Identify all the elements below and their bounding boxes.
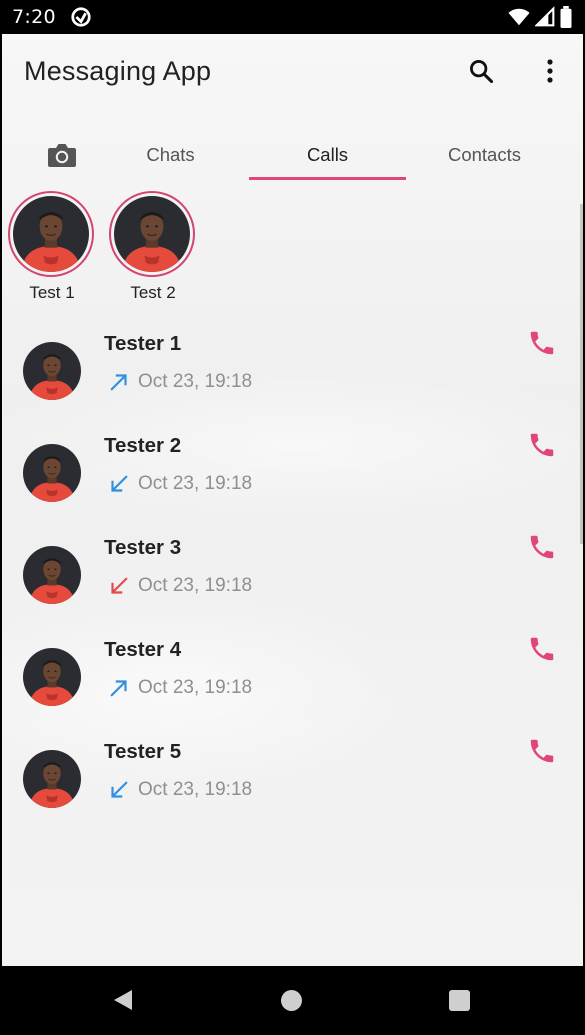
story-avatar-ring <box>109 191 195 277</box>
call-meta: Oct 23, 19:18 <box>106 573 252 599</box>
phone-call-button-icon[interactable] <box>527 328 557 358</box>
story-label: Test 2 <box>130 283 176 302</box>
camera-icon <box>48 144 76 167</box>
recents-icon[interactable] <box>449 990 470 1011</box>
phone-call-button-icon[interactable] <box>527 430 557 460</box>
call-list-item[interactable]: Tester 2 Oct 23, 19:18 <box>2 444 583 546</box>
story-item[interactable]: Test 2 <box>109 191 197 303</box>
phone-call-button-icon[interactable] <box>527 634 557 664</box>
avatar <box>23 342 81 400</box>
call-list-item[interactable]: Tester 3 Oct 23, 19:18 <box>2 546 583 648</box>
story-avatar-ring <box>8 191 94 277</box>
home-icon[interactable] <box>281 990 302 1011</box>
signal-icon <box>535 6 555 27</box>
search-icon <box>470 60 494 84</box>
call-name: Tester 4 <box>104 638 182 661</box>
avatar <box>13 196 89 272</box>
call-time: Oct 23, 19:18 <box>138 677 253 698</box>
status-time: 7:20 <box>12 6 56 28</box>
call-name: Tester 2 <box>104 434 182 457</box>
call-list-item[interactable]: Tester 4 Oct 23, 19:18 <box>2 648 583 750</box>
missed-call-arrow-icon <box>106 573 132 599</box>
more-options-button[interactable] <box>535 56 565 86</box>
active-tab-indicator <box>249 177 406 180</box>
system-nav-bar <box>0 966 585 1035</box>
tab-label: Contacts <box>447 144 521 165</box>
avatar <box>23 444 81 502</box>
tab-label: Calls <box>306 144 349 165</box>
app-title: Messaging App <box>24 56 212 86</box>
call-name: Tester 5 <box>104 740 182 763</box>
app-screen: Messaging App Chats Calls Contacts Test … <box>2 34 583 966</box>
call-time: Oct 23, 19:18 <box>138 371 253 392</box>
call-list-item[interactable]: Tester 5 Oct 23, 19:18 <box>2 750 583 852</box>
tab-bar: Chats Calls Contacts <box>2 129 583 183</box>
app-bar: Messaging App <box>2 34 583 114</box>
story-label: Test 1 <box>29 283 75 302</box>
call-list-item[interactable]: Tester 1 Oct 23, 19:18 <box>2 342 583 444</box>
outgoing-call-arrow-icon <box>106 369 132 395</box>
tab-label: Chats <box>146 144 195 165</box>
status-bar: 7:20 <box>0 0 585 34</box>
call-name: Tester 3 <box>104 536 182 559</box>
tab-calls[interactable]: Calls <box>249 129 406 181</box>
call-time: Oct 23, 19:18 <box>138 473 253 494</box>
back-icon[interactable] <box>112 988 134 1012</box>
tab-chats[interactable]: Chats <box>92 129 249 181</box>
call-meta: Oct 23, 19:18 <box>106 369 252 395</box>
search-button[interactable] <box>466 56 496 86</box>
phone-call-button-icon[interactable] <box>527 532 557 562</box>
outgoing-call-arrow-icon <box>106 675 132 701</box>
call-meta: Oct 23, 19:18 <box>106 777 252 803</box>
incoming-call-arrow-icon <box>106 471 132 497</box>
wifi-icon <box>508 8 530 26</box>
story-item[interactable]: Test 1 <box>8 191 96 303</box>
more-vert-icon <box>547 59 553 83</box>
battery-icon <box>560 6 572 28</box>
tab-camera[interactable] <box>32 129 92 181</box>
call-time: Oct 23, 19:18 <box>138 575 253 596</box>
incoming-call-arrow-icon <box>106 777 132 803</box>
avatar <box>23 546 81 604</box>
data-saver-icon <box>71 7 91 27</box>
call-time: Oct 23, 19:18 <box>138 779 253 800</box>
status-indicators <box>507 6 573 28</box>
avatar <box>23 750 81 808</box>
tab-contacts[interactable]: Contacts <box>406 129 563 181</box>
call-meta: Oct 23, 19:18 <box>106 675 252 701</box>
phone-call-button-icon[interactable] <box>527 736 557 766</box>
call-meta: Oct 23, 19:18 <box>106 471 252 497</box>
call-name: Tester 1 <box>104 332 182 355</box>
avatar <box>23 648 81 706</box>
avatar <box>114 196 190 272</box>
